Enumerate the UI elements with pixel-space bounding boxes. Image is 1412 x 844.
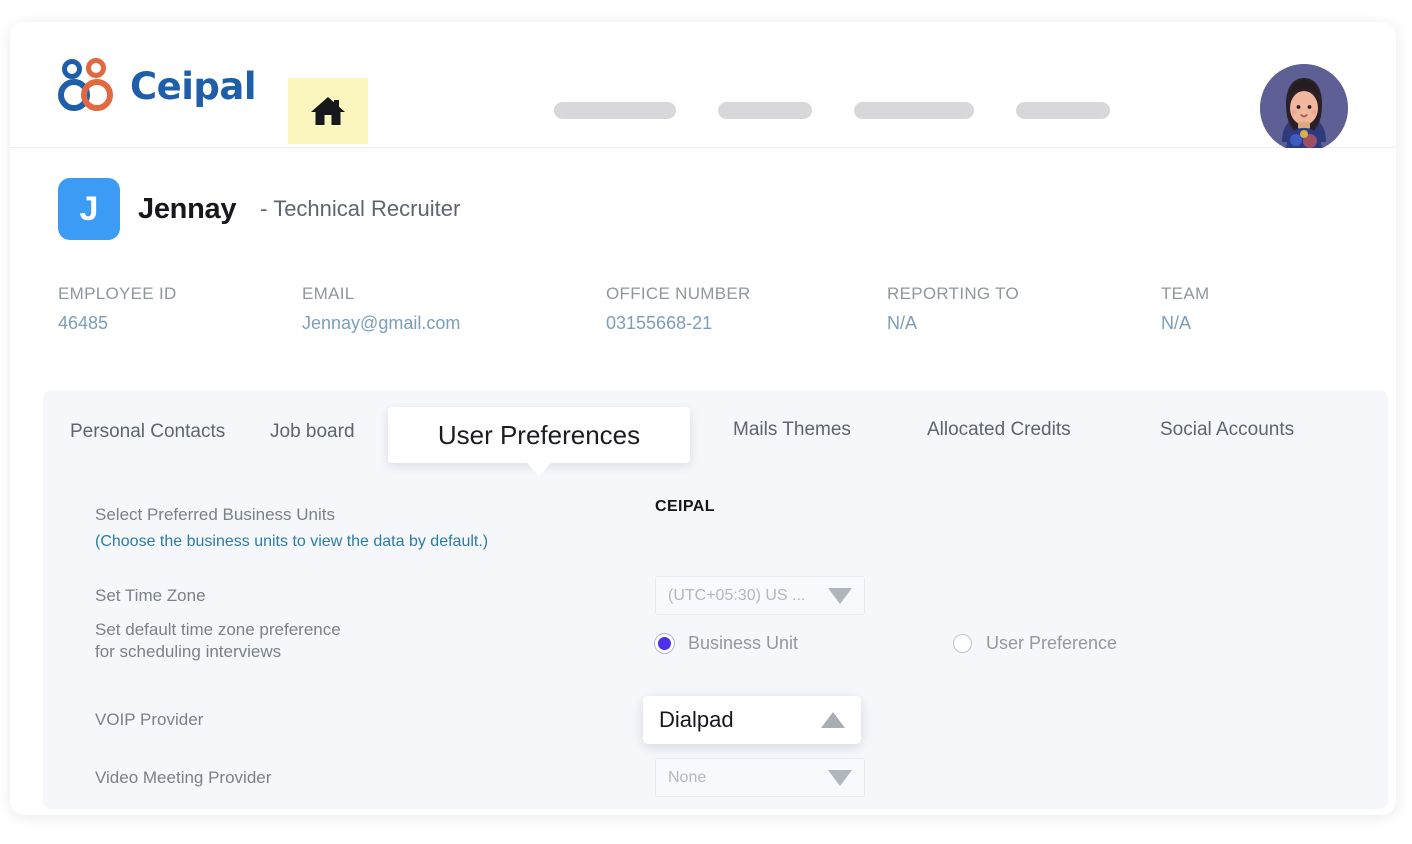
meta-value: 03155668-21 — [606, 313, 887, 334]
time-zone-select[interactable]: (UTC+05:30) US ... — [655, 576, 865, 615]
voip-provider-select[interactable]: Dialpad — [643, 696, 861, 744]
nav-placeholder-4[interactable] — [1016, 102, 1110, 119]
field-video-meeting-provider: Video Meeting Provider None — [95, 758, 865, 797]
nav-placeholder-2[interactable] — [718, 102, 812, 119]
radio-user-preference[interactable]: User Preference — [953, 633, 1117, 654]
tab-social-accounts[interactable]: Social Accounts — [1160, 419, 1294, 441]
page-title: Jennay — [138, 193, 236, 226]
field-voip-provider: VOIP Provider Dialpad — [95, 696, 861, 744]
default-tz-label-line1: Set default time zone preference — [95, 620, 341, 639]
preferences-panel: Personal Contacts Job board Mails Themes… — [43, 390, 1388, 809]
chevron-up-icon — [821, 712, 845, 728]
video-meeting-provider-select[interactable]: None — [655, 758, 865, 797]
time-zone-value: (UTC+05:30) US ... — [668, 587, 805, 605]
profile-initial-badge: J — [58, 178, 120, 240]
chevron-down-icon — [828, 770, 852, 786]
meta-value: N/A — [887, 313, 1161, 334]
tab-user-preferences-label: User Preferences — [438, 420, 640, 451]
meta-email: EMAIL Jennay@gmail.com — [302, 284, 606, 334]
voip-provider-value: Dialpad — [659, 707, 734, 733]
voip-provider-label: VOIP Provider — [95, 709, 655, 731]
chevron-down-icon — [828, 588, 852, 604]
brand-logo[interactable]: Ceipal — [58, 58, 256, 114]
tab-job-board[interactable]: Job board — [270, 421, 355, 443]
field-default-tz-preference: Set default time zone preference for sch… — [95, 619, 1117, 663]
meta-label: EMAIL — [302, 284, 606, 304]
radio-business-unit[interactable]: Business Unit — [655, 633, 953, 654]
business-units-label: Select Preferred Business Units — [95, 505, 335, 524]
meta-label: TEAM — [1161, 284, 1209, 304]
nav-placeholder-1[interactable] — [554, 102, 676, 119]
nav-placeholder-3[interactable] — [854, 102, 974, 119]
top-navigation-bar: Ceipal — [10, 22, 1396, 148]
profile-header: J Jennay - Technical Recruiter EMPLOYEE … — [10, 148, 1396, 360]
radio-business-unit-label: Business Unit — [688, 633, 798, 654]
ceipal-people-logo-icon — [58, 58, 120, 114]
home-icon — [310, 95, 346, 127]
time-zone-label: Set Time Zone — [95, 585, 655, 607]
profile-meta-row: EMPLOYEE ID 46485 EMAIL Jennay@gmail.com… — [58, 284, 1348, 334]
profile-name-row: J Jennay - Technical Recruiter — [58, 148, 1348, 240]
meta-employee-id: EMPLOYEE ID 46485 — [58, 284, 302, 334]
meta-team: TEAM N/A — [1161, 284, 1209, 334]
tab-bar: Personal Contacts Job board Mails Themes… — [43, 390, 1388, 476]
meta-value: N/A — [1161, 313, 1209, 334]
radio-selected-icon — [655, 634, 674, 653]
meta-office-number: OFFICE NUMBER 03155668-21 — [606, 284, 887, 334]
meta-reporting-to: REPORTING TO N/A — [887, 284, 1161, 334]
meta-value: Jennay@gmail.com — [302, 313, 606, 334]
default-tz-label-line2: for scheduling interviews — [95, 642, 281, 661]
video-meeting-provider-label: Video Meeting Provider — [95, 767, 655, 789]
nav-placeholder-group — [554, 102, 1110, 119]
meta-label: REPORTING TO — [887, 284, 1161, 304]
default-tz-radio-group: Business Unit User Preference — [655, 633, 1117, 654]
meta-label: EMPLOYEE ID — [58, 284, 302, 304]
brand-name: Ceipal — [130, 65, 256, 108]
tab-mails-themes[interactable]: Mails Themes — [733, 419, 851, 441]
business-units-hint: (Choose the business units to view the d… — [95, 532, 655, 552]
business-units-value: CEIPAL — [655, 498, 715, 516]
avatar[interactable] — [1260, 64, 1348, 152]
radio-user-preference-label: User Preference — [986, 633, 1117, 654]
tab-personal-contacts[interactable]: Personal Contacts — [70, 421, 225, 443]
field-label: Select Preferred Business Units (Choose … — [95, 504, 655, 552]
tab-allocated-credits[interactable]: Allocated Credits — [927, 419, 1071, 441]
video-meeting-provider-value: None — [668, 769, 706, 787]
field-business-units: Select Preferred Business Units (Choose … — [95, 504, 715, 552]
radio-unselected-icon — [953, 634, 972, 653]
app-card: Ceipal — [10, 22, 1396, 815]
profile-role: - Technical Recruiter — [260, 196, 460, 222]
default-tz-label: Set default time zone preference for sch… — [95, 619, 655, 663]
user-avatar-icon — [1260, 64, 1348, 152]
meta-value: 46485 — [58, 313, 302, 334]
home-button[interactable] — [288, 78, 368, 144]
tab-user-preferences[interactable]: User Preferences — [388, 407, 690, 463]
meta-label: OFFICE NUMBER — [606, 284, 887, 304]
field-time-zone: Set Time Zone (UTC+05:30) US ... — [95, 576, 865, 615]
